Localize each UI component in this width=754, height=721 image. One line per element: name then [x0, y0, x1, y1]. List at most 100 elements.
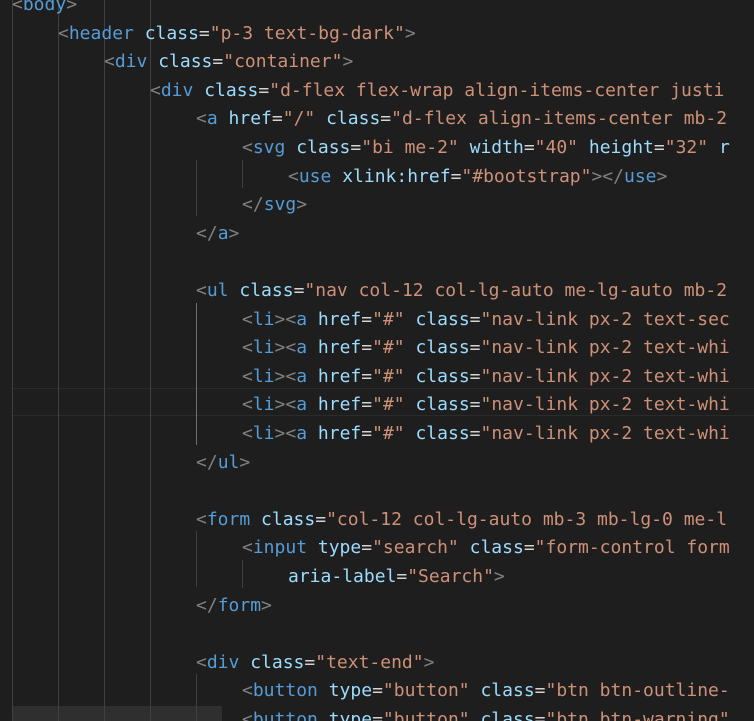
code-line[interactable]: </a> [196, 220, 239, 249]
code-token: = [304, 651, 316, 673]
code-line[interactable]: </form> [196, 592, 272, 621]
code-token: a [217, 222, 229, 244]
code-token: > [656, 165, 668, 187]
code-token: "p-3 text-bg-dark" [209, 22, 405, 44]
code-line[interactable]: <svg class="bi me-2" width="40" height="… [242, 134, 730, 163]
code-line[interactable]: <div class="text-end"> [196, 649, 434, 678]
code-token: "#" [372, 423, 405, 444]
code-token: class [261, 508, 316, 530]
code-token: "col-12 col-lg-auto mb-3 mb-lg-0 me-l [326, 508, 728, 530]
code-token: "text-end" [315, 651, 424, 673]
code-line[interactable]: <div class="container"> [104, 48, 353, 77]
code-token: class [415, 308, 470, 330]
code-token: "nav-link px-2 text-sec [480, 308, 730, 330]
code-token: ></ [591, 165, 624, 187]
indent-guide [242, 560, 243, 588]
code-token: "nav-link px-2 text-whi [480, 394, 730, 416]
code-line[interactable]: <button type="button" class="btn btn-out… [242, 677, 730, 706]
code-token: href [317, 337, 362, 359]
code-editor[interactable]: <body> <header class="p-3 text-bg-dark"> <… [0, 0, 754, 721]
code-token: "40" [534, 137, 579, 158]
code-token: class [250, 651, 305, 673]
code-token: a [296, 365, 308, 387]
code-token: = [534, 709, 546, 721]
code-token: type [317, 537, 362, 559]
code-token: li [252, 365, 275, 387]
code-token: "container" [223, 51, 343, 73]
indent-guide [242, 160, 243, 188]
code-token: class [204, 79, 259, 101]
code-line[interactable]: <li><a href="#" class="nav-link px-2 tex… [242, 306, 730, 335]
code-token: "search" [372, 537, 459, 559]
code-line[interactable]: <input type="search" class="form-control… [242, 534, 730, 563]
code-line[interactable]: <button type="button" class="btn btn-war… [242, 706, 730, 721]
code-token: >< [274, 337, 297, 359]
code-token: < [196, 508, 207, 530]
code-line[interactable]: <form class="col-12 col-lg-auto mb-3 mb-… [196, 506, 727, 535]
code-token: = [396, 566, 408, 587]
code-line[interactable]: <a href="/" class="d-flex align-items-ce… [196, 105, 727, 134]
code-line[interactable]: <div class="d-flex flex-wrap align-items… [150, 77, 724, 106]
code-token: >< [274, 394, 297, 416]
code-token: = [523, 137, 535, 158]
code-line[interactable]: <li><a href="#" class="nav-link px-2 tex… [242, 334, 730, 363]
code-token: class [415, 337, 470, 359]
code-token: </ [196, 594, 218, 616]
code-token: "btn btn-warning" [545, 709, 730, 721]
code-token: href [317, 394, 362, 416]
code-token: = [372, 709, 383, 721]
code-token: class [415, 394, 470, 416]
code-token: = [372, 680, 383, 702]
code-line[interactable]: aria-label="Search"> [288, 563, 505, 592]
code-token: a [296, 423, 308, 444]
code-token: "#" [372, 365, 405, 387]
code-line[interactable]: <li><a href="#" class="nav-link px-2 tex… [242, 391, 730, 420]
code-token: < [12, 0, 23, 15]
code-token: class [239, 280, 294, 301]
code-token: < [242, 423, 253, 444]
code-line[interactable]: <li><a href="#" class="nav-link px-2 tex… [242, 363, 730, 392]
code-token: "bi me-2" [361, 137, 459, 158]
code-token: li [252, 308, 275, 330]
code-token: < [196, 108, 207, 130]
code-line[interactable]: <ul class="nav col-12 col-lg-auto me-lg-… [196, 277, 727, 306]
code-line[interactable]: </svg> [242, 191, 307, 220]
code-token: = [293, 280, 305, 301]
indent-guide [104, 0, 105, 721]
code-token: ul [217, 451, 240, 473]
code-token: class [415, 365, 470, 387]
code-token: class [480, 709, 535, 721]
code-line[interactable]: <header class="p-3 text-bg-dark"> [58, 20, 416, 49]
code-token: = [350, 137, 362, 158]
code-token: "button" [382, 709, 470, 721]
code-token: = [523, 537, 535, 559]
code-token: >< [274, 365, 297, 387]
code-line[interactable]: </ul> [196, 449, 250, 478]
code-line[interactable]: <li><a href="#" class="nav-link px-2 tex… [242, 420, 730, 449]
selection-highlight [12, 706, 222, 721]
code-token: < [242, 365, 253, 387]
code-token: "#" [372, 394, 405, 416]
code-line[interactable]: <body> [12, 0, 77, 20]
code-token: "nav col-12 col-lg-auto me-lg-auto mb-2 [304, 280, 728, 301]
code-token: height [588, 137, 654, 158]
code-token: > [261, 594, 272, 616]
code-token: = [258, 79, 270, 101]
code-token: > [66, 0, 78, 15]
code-line[interactable]: <use xlink:href="#bootstrap"></use> [288, 163, 667, 192]
code-token: a [296, 337, 308, 359]
code-token: < [242, 394, 253, 416]
indent-guide [196, 531, 197, 587]
code-token: href [228, 108, 272, 130]
code-token: a [206, 108, 218, 130]
code-token: > [493, 566, 505, 587]
code-token: button [252, 709, 318, 721]
